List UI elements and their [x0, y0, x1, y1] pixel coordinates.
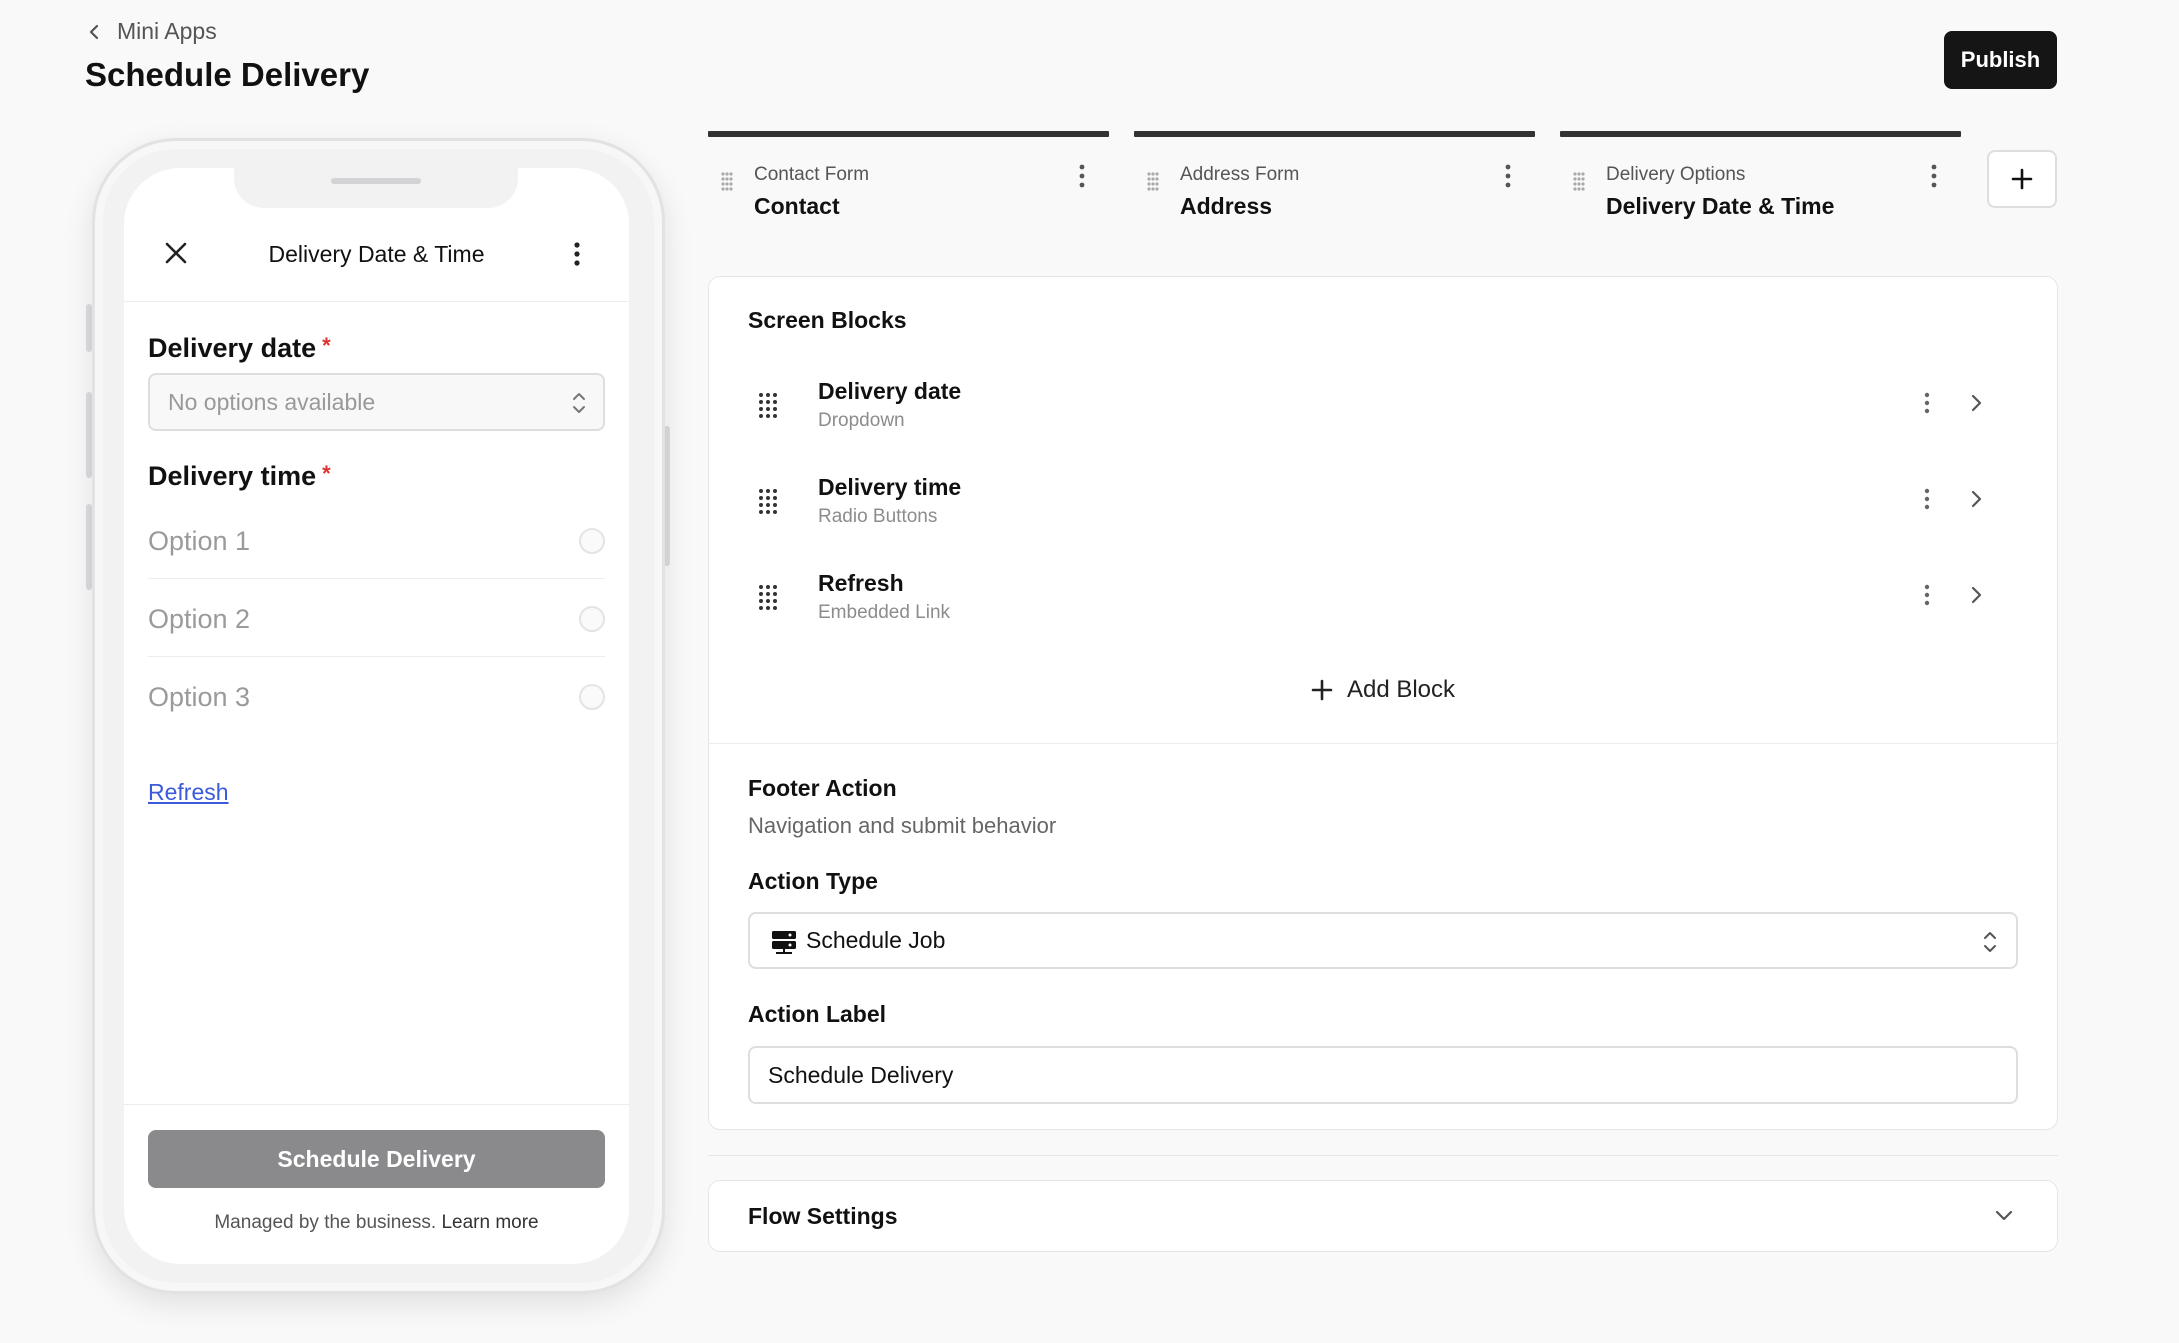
delivery-date-select[interactable]: No options available — [148, 373, 605, 431]
step-progress-bar — [1134, 131, 1535, 137]
more-vertical-icon[interactable] — [566, 240, 588, 268]
block-name: Delivery date — [818, 378, 962, 404]
radio-option-label: Option 2 — [148, 603, 251, 634]
step-progress-bar — [1560, 131, 1961, 137]
radio-option[interactable]: Option 1 — [148, 502, 605, 580]
phone-screen-title: Delivery Date & Time — [268, 241, 485, 267]
step-name: Contact — [754, 193, 840, 219]
action-type-value: Schedule Job — [806, 927, 946, 953]
flow-settings-title: Flow Settings — [748, 1203, 898, 1229]
delivery-date-label-text: Delivery date — [148, 333, 317, 363]
radio-button[interactable] — [579, 606, 605, 632]
drag-handle-icon[interactable] — [758, 488, 778, 514]
option-divider — [148, 578, 605, 579]
step-tab-contact[interactable]: Contact Form Contact — [708, 131, 1109, 226]
required-mark: * — [322, 333, 331, 358]
radio-button[interactable] — [579, 528, 605, 554]
chevron-left-icon — [89, 24, 99, 39]
block-row-refresh[interactable]: Refresh Embedded Link — [748, 562, 2008, 648]
drag-handle-icon[interactable] — [758, 392, 778, 418]
back-link-label: Mini Apps — [117, 18, 217, 44]
step-tab-address[interactable]: Address Form Address — [1134, 131, 1535, 226]
add-block-label: Add Block — [1346, 676, 1456, 703]
drag-handle-icon[interactable] — [1146, 171, 1160, 191]
radio-option[interactable]: Option 2 — [148, 580, 605, 658]
section-separator — [708, 1155, 2058, 1156]
delivery-time-label-text: Delivery time — [148, 461, 317, 491]
block-name: Delivery time — [818, 474, 962, 500]
phone-header-divider — [124, 301, 629, 302]
step-name: Address — [1180, 193, 1273, 219]
footnote-text: Managed by the business. — [214, 1212, 437, 1233]
section-divider — [709, 743, 2057, 744]
chevron-updown-icon — [573, 393, 585, 413]
schedule-delivery-button[interactable]: Schedule Delivery — [148, 1130, 605, 1188]
action-label-input[interactable] — [748, 1046, 2018, 1104]
step-form-type: Contact Form — [754, 164, 870, 185]
footer-action-subtitle: Navigation and submit behavior — [748, 813, 1057, 838]
plus-icon — [1311, 679, 1333, 701]
flow-settings-panel[interactable]: Flow Settings — [708, 1180, 2058, 1252]
action-type-select[interactable]: Schedule Job — [748, 912, 2018, 969]
add-block-button[interactable]: Add Block — [708, 676, 2058, 704]
phone-footer-divider — [124, 1104, 629, 1105]
block-row-delivery-date[interactable]: Delivery date Dropdown — [748, 370, 2008, 456]
radio-option[interactable]: Option 3 — [148, 658, 605, 736]
plus-icon — [2011, 168, 2033, 190]
phone-notch — [234, 168, 518, 208]
phone-speaker — [331, 178, 421, 184]
more-vertical-icon[interactable] — [1918, 486, 1936, 512]
action-type-label: Action Type — [748, 868, 878, 894]
block-row-delivery-time[interactable]: Delivery time Radio Buttons — [748, 466, 2008, 552]
learn-more-link[interactable]: Learn more — [441, 1212, 538, 1233]
chevron-right-icon[interactable] — [1968, 583, 1984, 607]
more-vertical-icon[interactable] — [1925, 162, 1943, 190]
radio-option-label: Option 1 — [148, 525, 251, 556]
drag-handle-icon[interactable] — [1572, 171, 1586, 191]
screen-blocks-title: Screen Blocks — [748, 307, 907, 333]
chevron-right-icon[interactable] — [1968, 487, 1984, 511]
step-form-type: Address Form — [1180, 164, 1300, 185]
phone-footnote: Managed by the business. Learn more — [124, 1212, 629, 1234]
delivery-date-label: Delivery date * — [148, 333, 331, 364]
back-link-mini-apps[interactable]: Mini Apps — [85, 18, 217, 45]
refresh-link[interactable]: Refresh — [148, 779, 229, 806]
page-title: Schedule Delivery — [85, 56, 370, 93]
chevron-down-icon[interactable] — [1993, 1205, 2015, 1227]
block-type: Dropdown — [818, 410, 905, 431]
action-label-label: Action Label — [748, 1001, 887, 1027]
more-vertical-icon[interactable] — [1918, 390, 1936, 416]
step-form-type: Delivery Options — [1606, 164, 1746, 185]
server-icon — [772, 931, 796, 954]
delivery-date-placeholder: No options available — [168, 388, 376, 415]
option-divider — [148, 656, 605, 657]
block-type: Embedded Link — [818, 602, 951, 623]
delivery-time-label: Delivery time * — [148, 461, 331, 492]
required-mark: * — [322, 461, 331, 486]
radio-option-label: Option 3 — [148, 681, 251, 712]
more-vertical-icon[interactable] — [1918, 582, 1936, 608]
block-type: Radio Buttons — [818, 506, 938, 527]
step-progress-bar — [708, 131, 1109, 137]
step-name: Delivery Date & Time — [1606, 193, 1835, 219]
chevron-right-icon[interactable] — [1968, 391, 1984, 415]
add-step-button[interactable] — [1987, 150, 2057, 208]
more-vertical-icon[interactable] — [1073, 162, 1091, 190]
publish-button[interactable]: Publish — [1944, 31, 2057, 89]
drag-handle-icon[interactable] — [720, 171, 734, 191]
step-tab-delivery-options[interactable]: Delivery Options Delivery Date & Time — [1560, 131, 1961, 226]
more-vertical-icon[interactable] — [1499, 162, 1517, 190]
radio-button[interactable] — [579, 684, 605, 710]
footer-action-title: Footer Action — [748, 775, 897, 801]
block-name: Refresh — [818, 570, 904, 596]
drag-handle-icon[interactable] — [758, 584, 778, 610]
chevron-updown-icon — [1984, 932, 1996, 952]
